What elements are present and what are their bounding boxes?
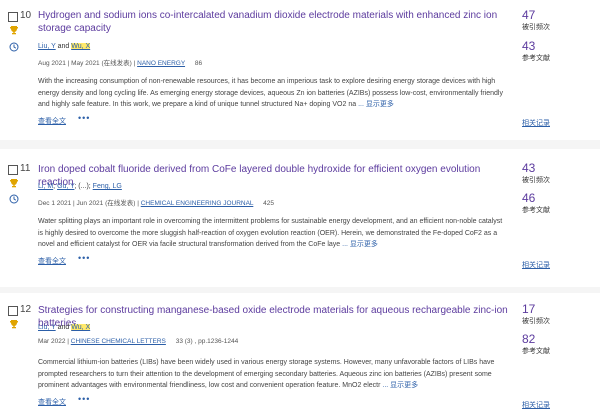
abstract: Water splitting plays an important role …: [38, 218, 503, 248]
citations-metric[interactable]: 47 被引频次: [522, 9, 550, 32]
more-options-icon[interactable]: •••: [78, 113, 90, 123]
citations-metric[interactable]: 43 被引频次: [522, 162, 550, 185]
volume: 86: [194, 60, 203, 67]
author-link[interactable]: Liu, Y: [38, 43, 56, 50]
related-records-link[interactable]: 相关记录: [522, 400, 550, 410]
journal-link[interactable]: NANO ENERGY: [137, 60, 185, 67]
more-options-icon[interactable]: •••: [78, 394, 90, 404]
abstract: With the increasing consumption of non-r…: [38, 78, 503, 108]
clock-icon: [9, 42, 19, 52]
select-checkbox[interactable]: [8, 165, 18, 175]
author-link[interactable]: Wu, X: [71, 43, 91, 50]
pub-date: Dec 1 2021 | Jun 2021 (在线发表) |: [38, 200, 139, 207]
trophy-icon: [10, 26, 18, 35]
pub-date: Aug 2021 | May 2021 (在线发表) |: [38, 60, 136, 67]
volume: 425: [263, 200, 274, 207]
authors: Liu, Y and Wu, X: [38, 43, 91, 50]
journal-link[interactable]: CHEMICAL ENGINEERING JOURNAL: [141, 200, 254, 207]
result-title[interactable]: Hydrogen and sodium ions co-intercalated…: [38, 9, 508, 35]
clock-icon: [9, 194, 19, 204]
abstract: Commercial lithium-ion batteries (LIBs) …: [38, 359, 495, 389]
references-metric[interactable]: 46 参考文献: [522, 192, 550, 215]
view-fulltext-link[interactable]: 查看全文: [38, 397, 66, 407]
authors: Li, M; Gu, Y; (...); Feng, LG: [38, 183, 122, 190]
pub-date: Mar 2022 |: [38, 338, 69, 345]
related-records-link[interactable]: 相关记录: [522, 260, 550, 270]
author-link[interactable]: Wu, X: [71, 324, 91, 331]
publication-meta: Mar 2022 | CHINESE CHEMICAL LETTERS 33 (…: [38, 338, 238, 345]
show-more-link[interactable]: ... 显示更多: [382, 382, 418, 389]
show-more-link[interactable]: ... 显示更多: [358, 101, 394, 108]
references-metric[interactable]: 82 参考文献: [522, 333, 550, 356]
citations-metric[interactable]: 17 被引频次: [522, 303, 550, 326]
references-metric[interactable]: 43 参考文献: [522, 40, 550, 63]
select-checkbox[interactable]: [8, 306, 18, 316]
trophy-icon: [10, 179, 18, 188]
author-link[interactable]: Gu, Y: [57, 183, 74, 190]
result-card-11: 11 Iron doped cobalt fluoride derived fr…: [0, 149, 600, 287]
result-number: 10: [20, 10, 32, 21]
result-title[interactable]: Strategies for constructing manganese-ba…: [38, 304, 508, 330]
show-more-link[interactable]: ... 显示更多: [342, 241, 378, 248]
result-card-10: 10 Hydrogen and sodium ions co-intercala…: [0, 0, 600, 140]
journal-link[interactable]: CHINESE CHEMICAL LETTERS: [71, 338, 166, 345]
view-fulltext-link[interactable]: 查看全文: [38, 116, 66, 126]
author-link[interactable]: Liu, Y: [38, 324, 56, 331]
publication-meta: Aug 2021 | May 2021 (在线发表) | NANO ENERGY…: [38, 57, 202, 67]
trophy-icon: [10, 320, 18, 329]
result-number: 12: [20, 304, 32, 315]
authors: Liu, Y and Wu, X: [38, 324, 91, 331]
related-records-link[interactable]: 相关记录: [522, 118, 550, 128]
view-fulltext-link[interactable]: 查看全文: [38, 256, 66, 266]
author-link[interactable]: Feng, LG: [93, 183, 122, 190]
select-checkbox[interactable]: [8, 12, 18, 22]
author-link[interactable]: Li, M: [38, 183, 53, 190]
result-card-12: 12 Strategies for constructing manganese…: [0, 293, 600, 417]
volume: 33 (3) , pp.1236-1244: [175, 338, 239, 345]
publication-meta: Dec 1 2021 | Jun 2021 (在线发表) | CHEMICAL …: [38, 197, 274, 207]
more-options-icon[interactable]: •••: [78, 253, 90, 263]
result-number: 11: [20, 163, 31, 174]
